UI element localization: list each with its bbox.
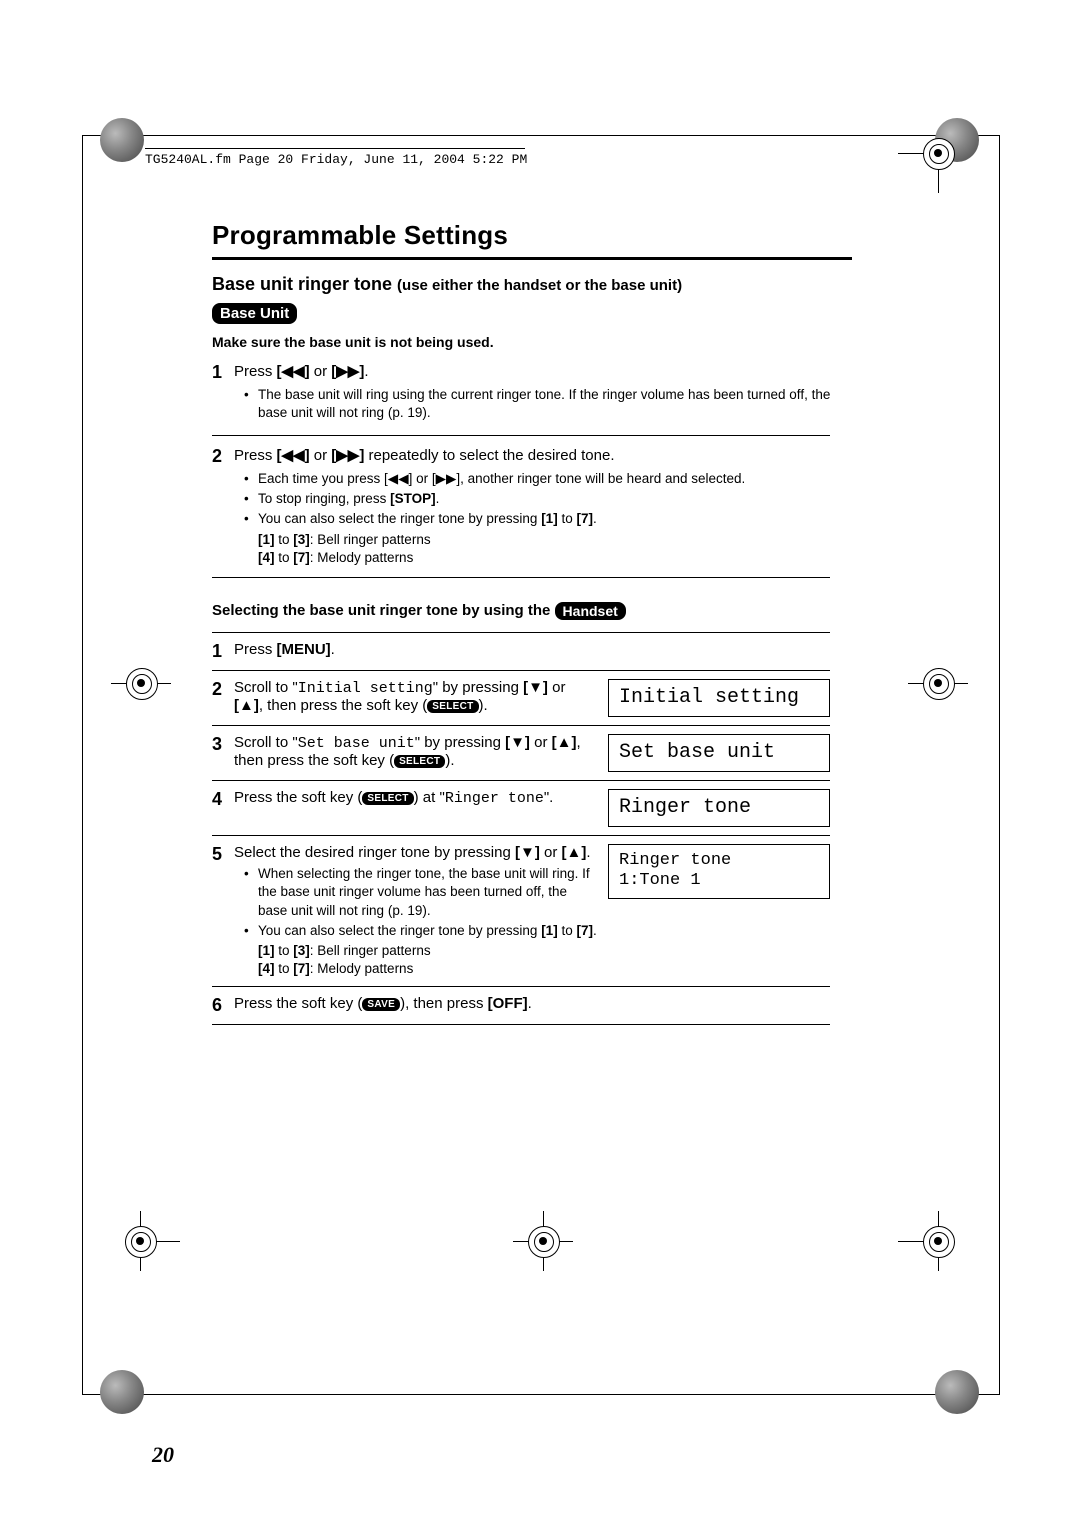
hs-step-3: 3 Scroll to "Set base unit" by pressing … <box>212 725 830 780</box>
base-unit-badge: Base Unit <box>212 303 297 324</box>
lcd-display: Ringer tone <box>608 789 830 827</box>
print-header: TG5240AL.fm Page 20 Friday, June 11, 200… <box>145 152 527 167</box>
registration-mark-icon <box>525 1223 561 1259</box>
bullet: When selecting the ringer tone, the base… <box>248 865 598 920</box>
hs-step-5: 5 Select the desired ringer tone by pres… <box>212 835 830 986</box>
step-number: 2 <box>212 446 234 467</box>
step-body: Select the desired ringer tone by pressi… <box>234 844 608 978</box>
page-title: Programmable Settings <box>212 220 852 251</box>
divider <box>212 577 830 578</box>
step-body: Press [MENU]. <box>234 641 830 658</box>
step-body: Press [◀◀] or [▶▶]. The base unit will r… <box>234 362 852 425</box>
fastfwd-key: [▶▶] <box>331 363 364 380</box>
sub1-paren: (use either the handset or the base unit… <box>397 277 682 294</box>
select-badge: SELECT <box>427 700 478 713</box>
lcd-display: Initial setting <box>608 679 830 717</box>
rewind-key: [◀◀] <box>277 447 310 464</box>
step-number: 1 <box>212 641 234 662</box>
bullet: You can also select the ringer tone by p… <box>248 510 852 528</box>
step-body: Scroll to "Set base unit" by pressing [▼… <box>234 734 608 769</box>
registration-mark-icon <box>920 135 956 171</box>
bullet: To stop ringing, press [STOP]. <box>248 490 852 508</box>
lcd-display: Ringer tone 1:Tone 1 <box>608 844 830 899</box>
print-sphere-icon <box>100 118 144 162</box>
hs-step-2: 2 Scroll to "Initial setting" by pressin… <box>212 670 830 725</box>
save-badge: SAVE <box>362 998 400 1011</box>
hs-step-1: 1 Press [MENU]. <box>212 632 830 670</box>
step-number: 6 <box>212 995 234 1016</box>
step-body: Press the soft key (SELECT) at "Ringer t… <box>234 789 608 807</box>
step-body: Press the soft key (SAVE), then press [O… <box>234 995 830 1012</box>
registration-mark-icon <box>123 665 159 701</box>
step-number: 1 <box>212 362 234 383</box>
pattern-line: [4] to [7]: Melody patterns <box>234 549 852 567</box>
registration-mark-icon <box>920 1223 956 1259</box>
print-sphere-icon <box>100 1370 144 1414</box>
bullet: Each time you press [◀◀] or [▶▶], anothe… <box>248 470 852 488</box>
registration-mark-icon <box>122 1223 158 1259</box>
step-number: 3 <box>212 734 234 755</box>
pattern-line: [1] to [3]: Bell ringer patterns <box>234 531 852 549</box>
step-number: 4 <box>212 789 234 810</box>
warning-line: Make sure the base unit is not being use… <box>212 334 852 350</box>
step-body: Press [◀◀] or [▶▶] repeatedly to select … <box>234 446 852 567</box>
select-badge: SELECT <box>362 792 413 805</box>
section-heading: Base unit ringer tone (use either the ha… <box>212 274 852 295</box>
step-body: Scroll to "Initial setting" by pressing … <box>234 679 608 714</box>
hs-step-4: 4 Press the soft key (SELECT) at "Ringer… <box>212 780 830 835</box>
sub1-main: Base unit ringer tone <box>212 274 397 294</box>
lcd-display: Set base unit <box>608 734 830 772</box>
select-badge: SELECT <box>394 755 445 768</box>
content-area: Programmable Settings Base unit ringer t… <box>212 220 852 1025</box>
divider <box>212 435 830 436</box>
pattern-line: [4] to [7]: Melody patterns <box>234 960 598 978</box>
bullet: You can also select the ringer tone by p… <box>248 922 598 940</box>
title-rule <box>212 257 852 260</box>
pattern-line: [1] to [3]: Bell ringer patterns <box>234 942 598 960</box>
page-number: 20 <box>152 1442 174 1468</box>
fastfwd-key: [▶▶] <box>331 447 364 464</box>
header-rule <box>145 148 525 149</box>
step-number: 2 <box>212 679 234 700</box>
step-number: 5 <box>212 844 234 865</box>
print-sphere-icon <box>935 1370 979 1414</box>
bullet: The base unit will ring using the curren… <box>248 386 852 422</box>
rewind-key: [◀◀] <box>277 363 310 380</box>
base-step-1: 1 Press [◀◀] or [▶▶]. The base unit will… <box>212 362 852 425</box>
registration-mark-icon <box>920 665 956 701</box>
hs-step-6: 6 Press the soft key (SAVE), then press … <box>212 986 830 1025</box>
base-step-2: 2 Press [◀◀] or [▶▶] repeatedly to selec… <box>212 446 852 567</box>
handset-badge: Handset <box>555 602 626 620</box>
subsection-heading: Selecting the base unit ringer tone by u… <box>212 602 852 620</box>
